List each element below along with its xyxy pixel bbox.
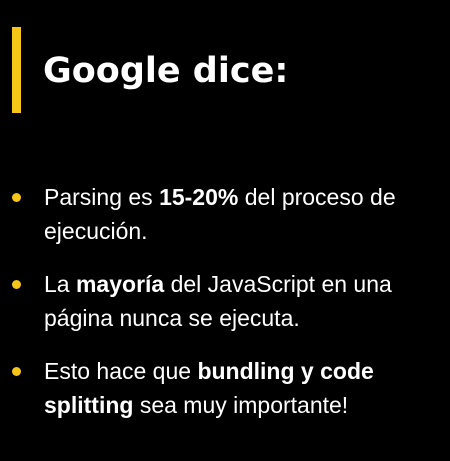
bullet-item: Parsing es 15-20% del proceso de ejecuci…	[12, 180, 442, 248]
bullet-text-segment: Parsing es	[44, 184, 160, 210]
title-accent-bar	[12, 27, 21, 113]
bullet-item: Esto hace que bundling y code splitting …	[12, 354, 442, 422]
bullet-text-segment: sea muy importante!	[133, 392, 349, 418]
bullet-text-segment: La	[44, 271, 76, 297]
bullet-dot-icon	[12, 193, 21, 202]
bullet-item: La mayoría del JavaScript en una página …	[12, 267, 442, 335]
bullet-text-emphasis: mayoría	[75, 271, 165, 297]
slide-title: Google dice:	[43, 51, 289, 91]
bullet-text: Esto hace que bundling y code splitting …	[44, 358, 374, 418]
bullet-text: La mayoría del JavaScript en una página …	[44, 271, 392, 331]
bullet-text: Parsing es 15-20% del proceso de ejecuci…	[44, 184, 396, 244]
bullet-dot-icon	[12, 280, 21, 289]
bullet-dot-icon	[12, 367, 21, 376]
bullet-list: Parsing es 15-20% del proceso de ejecuci…	[12, 180, 442, 422]
bullet-text-emphasis: 15-20%	[159, 184, 239, 210]
slide: Google dice: Parsing es 15-20% del proce…	[0, 0, 450, 461]
bullet-text-segment: Esto hace que	[44, 358, 198, 384]
